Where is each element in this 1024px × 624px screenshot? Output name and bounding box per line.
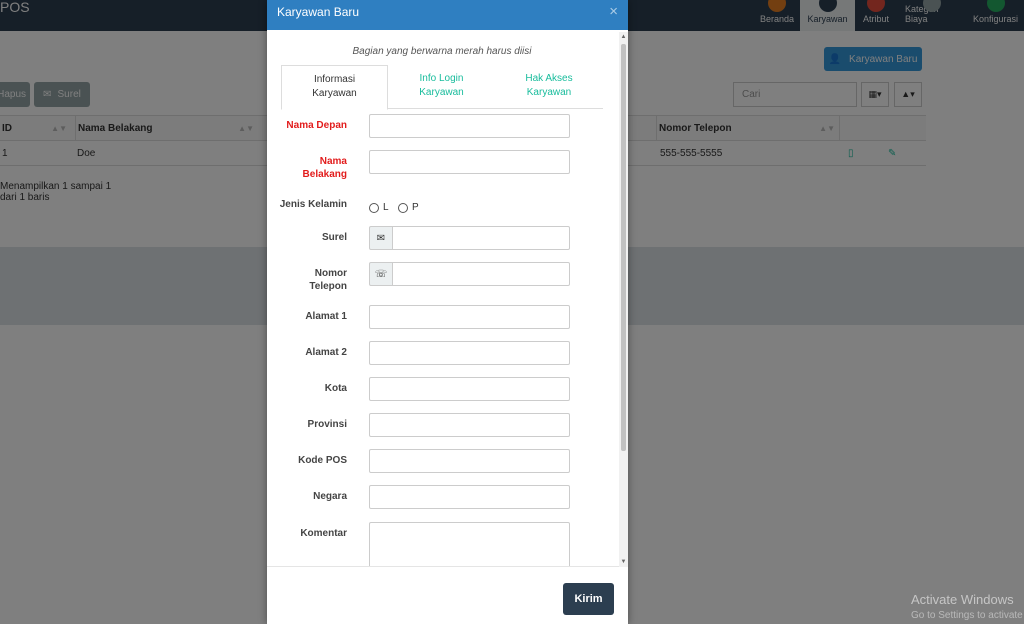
modal-body: Bagian yang berwarna merah harus diisi I… [267,30,628,567]
modal-scrollbar[interactable]: ▲ ▼ [619,32,628,567]
state-label: Provinsi [307,419,347,430]
scroll-thumb[interactable] [621,44,626,451]
address1-label: Alamat 1 [305,311,347,322]
phone-input[interactable] [392,262,570,286]
envelope-icon: ✉ [369,226,393,250]
gender-radio-p[interactable]: P [398,202,419,213]
address2-input[interactable] [369,341,570,365]
city-label: Kota [324,383,347,394]
scroll-up-arrow-icon[interactable]: ▲ [619,32,628,42]
radio-button[interactable] [398,202,408,213]
state-input[interactable] [369,413,570,437]
phone-label: Nomor Telepon [309,268,347,292]
required-note: Bagian yang berwarna merah harus diisi [352,46,532,57]
phone-input-group: ☏ [369,262,570,286]
country-label: Negara [313,491,347,502]
submit-button[interactable]: Kirim [563,583,614,615]
city-input[interactable] [369,377,570,401]
tab-login-info[interactable]: Info Login Karyawan [388,65,495,109]
windows-activation-subtitle: Go to Settings to activate Windows. [911,610,1024,621]
gender-label: Jenis Kelamin [279,199,347,210]
close-icon[interactable]: × [609,4,618,19]
modal-title: Karyawan Baru [277,5,360,19]
new-employee-modal: Karyawan Baru × Bagian yang berwarna mer… [267,0,628,624]
last-name-input[interactable] [369,150,570,174]
scroll-down-arrow-icon[interactable]: ▼ [619,557,628,567]
address1-input[interactable] [369,305,570,329]
email-input[interactable] [392,226,570,250]
zip-label: Kode POS [298,455,347,466]
address2-label: Alamat 2 [305,347,347,358]
tab-employee-info[interactable]: Informasi Karyawan [281,65,388,110]
windows-activation-title: Activate Windows [911,592,1014,607]
tab-permissions[interactable]: Hak Akses Karyawan [495,65,603,109]
email-input-group: ✉ [369,226,570,250]
radio-button[interactable] [369,202,379,213]
comments-label: Komentar [300,528,347,539]
gender-radio-l[interactable]: L [369,202,389,213]
email-label: Surel [321,232,347,243]
modal-header: Karyawan Baru × [267,0,628,30]
telephone-icon: ☏ [369,262,393,286]
country-input[interactable] [369,485,570,509]
comments-textarea[interactable] [369,522,570,566]
first-name-label: Nama Depan [286,120,347,131]
modal-tabs: Informasi Karyawan Info Login Karyawan Hak… [281,65,603,110]
first-name-input[interactable] [369,114,570,138]
zip-input[interactable] [369,449,570,473]
last-name-label: Nama Belakang [302,156,347,180]
